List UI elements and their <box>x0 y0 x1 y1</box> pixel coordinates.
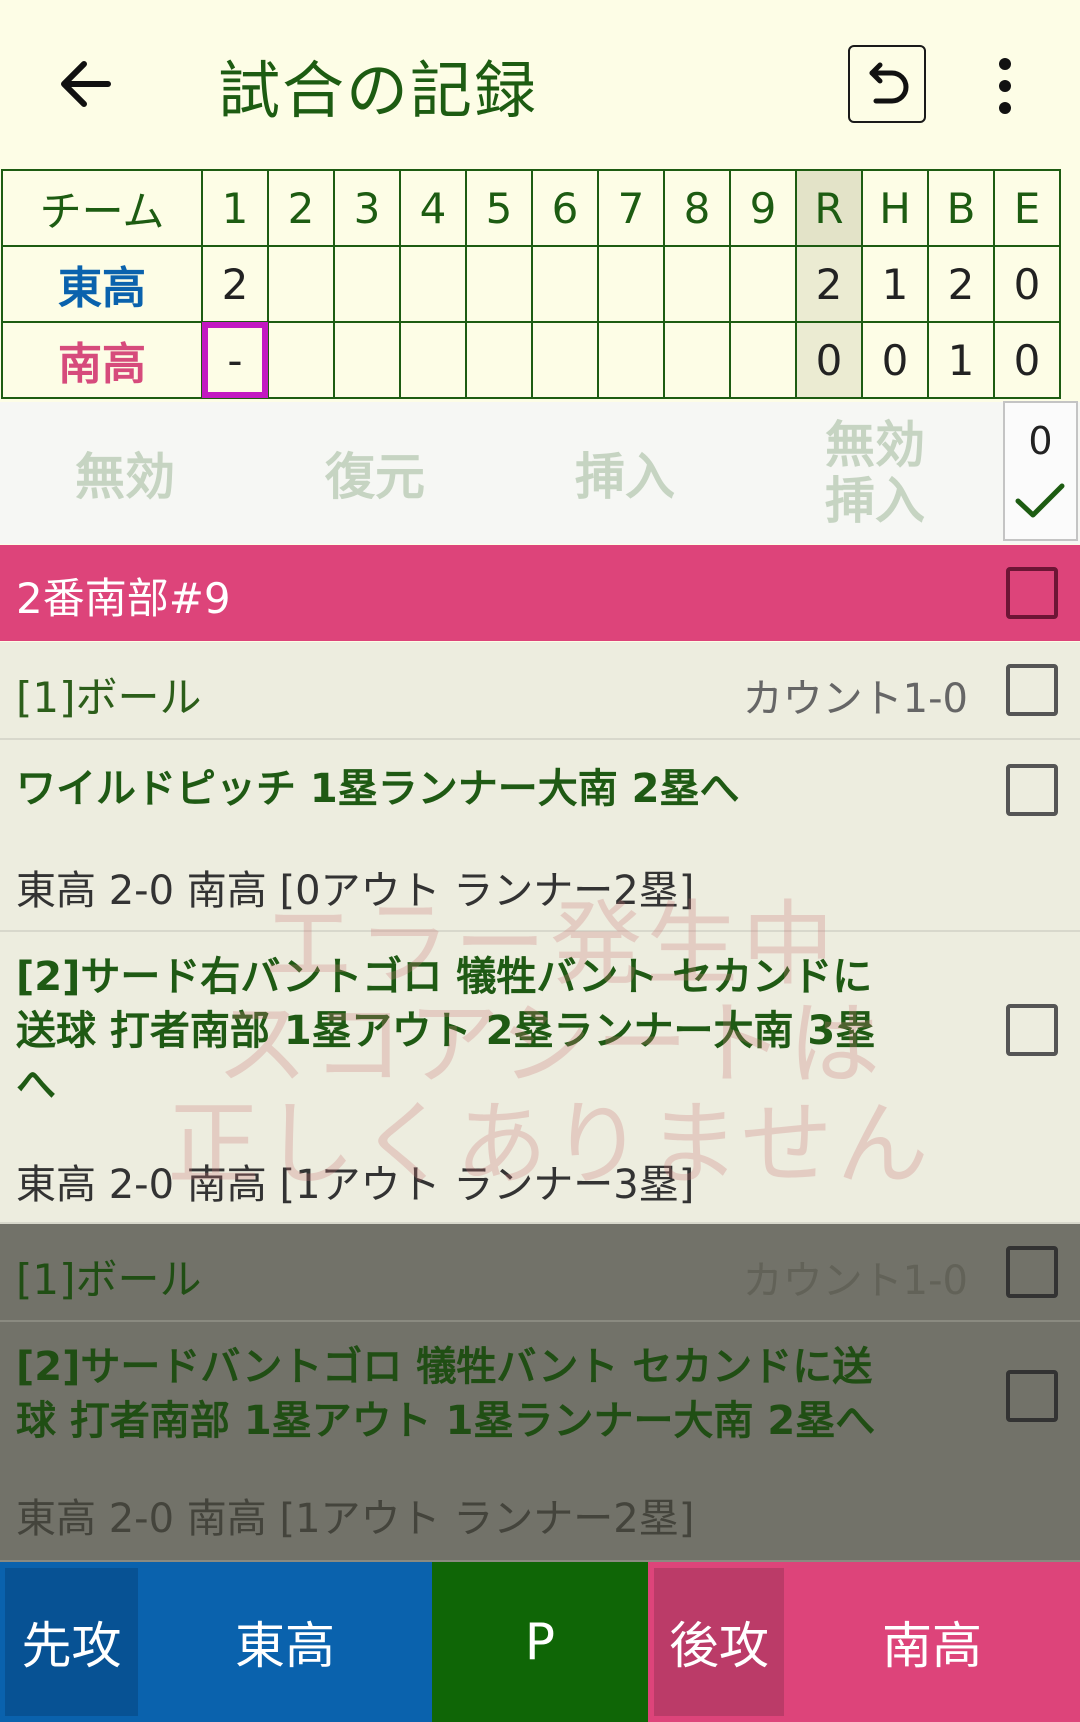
event-text: [1]ボール <box>16 1255 202 1304</box>
runs-header: R <box>795 169 863 247</box>
invalid-button[interactable]: 無効 <box>50 402 200 544</box>
away-team-name[interactable]: 東高 <box>1 245 203 323</box>
scoreboard-header-row: チーム 1 2 3 4 5 6 7 8 9 R H B E <box>1 169 1061 247</box>
home-team-label: 南高 <box>882 1617 982 1675</box>
invalid-insert-label-1: 無効 <box>825 416 925 474</box>
bottom-bar: 先攻 東高 P 後攻 南高 <box>0 1562 1080 1722</box>
inning-cell[interactable] <box>399 321 467 399</box>
event-row-invalid[interactable]: [2]サードバントゴロ 犠牲バント セカンドに送 球 打者南部 1塁アウト 1塁… <box>0 1322 1080 1562</box>
undo-icon <box>869 62 909 104</box>
event-text-line: [2]サードバントゴロ 犠牲バント セカンドに送 <box>16 1344 873 1390</box>
more-options-icon[interactable] <box>980 56 1030 116</box>
walks-cell: 1 <box>927 321 995 399</box>
app-bar: 試合の記録 <box>0 0 1080 168</box>
team-header: チーム <box>1 169 203 247</box>
errors-cell: 0 <box>993 321 1061 399</box>
away-team-button[interactable]: 先攻 東高 <box>0 1562 432 1722</box>
inning-cell[interactable] <box>597 321 665 399</box>
inning-cell[interactable] <box>729 321 797 399</box>
event-text: [1]ボール <box>16 673 202 722</box>
batter-checkbox[interactable] <box>1006 567 1058 619</box>
away-label: 先攻 <box>5 1568 138 1716</box>
inning-header: 2 <box>267 169 335 247</box>
walks-header: B <box>927 169 995 247</box>
page-title: 試合の記録 <box>218 54 539 127</box>
game-state: 東高 2-0 南高 [1アウト ランナー3塁] <box>16 1162 695 1208</box>
event-text: [2]サード右バントゴロ 犠牲バント セカンドに 送球 打者南部 1塁アウト 2… <box>16 950 976 1112</box>
errors-header: E <box>993 169 1061 247</box>
inning-header: 7 <box>597 169 665 247</box>
event-checkbox[interactable] <box>1006 1370 1058 1422</box>
current-inning-cell[interactable]: - <box>201 321 269 399</box>
inning-cell[interactable] <box>663 321 731 399</box>
action-bar: 無効 復元 挿入 無効 挿入 <box>0 402 1080 544</box>
event-row[interactable]: ワイルドピッチ 1塁ランナー大南 2塁へ 東高 2-0 南高 [0アウト ランナ… <box>0 740 1080 932</box>
inning-cell[interactable] <box>267 245 335 323</box>
event-row[interactable]: [1]ボール カウント1-0 <box>0 642 1080 740</box>
inning-cell[interactable] <box>333 321 401 399</box>
hits-cell: 1 <box>861 245 929 323</box>
event-text-line: 球 打者南部 1塁アウト 1塁ランナー大南 2塁へ <box>16 1398 876 1444</box>
event-text: ワイルドピッチ 1塁ランナー大南 2塁へ <box>16 766 740 812</box>
runs-cell: 0 <box>795 321 863 399</box>
batter-label: 2番南部#9 <box>16 574 231 623</box>
inning-cell[interactable] <box>597 245 665 323</box>
invalid-insert-label-2: 挿入 <box>825 472 925 530</box>
home-team-row: 南高 - 0 0 1 0 <box>1 321 1061 399</box>
event-text-line: 送球 打者南部 1塁アウト 2塁ランナー大南 3塁 <box>16 1008 876 1054</box>
walks-cell: 2 <box>927 245 995 323</box>
inning-cell[interactable] <box>333 245 401 323</box>
inning-header: 1 <box>201 169 269 247</box>
undo-button[interactable] <box>848 45 926 123</box>
event-checkbox[interactable] <box>1006 664 1058 716</box>
restore-button[interactable]: 復元 <box>300 402 450 544</box>
inning-header: 5 <box>465 169 533 247</box>
event-text: [2]サードバントゴロ 犠牲バント セカンドに送 球 打者南部 1塁アウト 1塁… <box>16 1340 976 1448</box>
event-checkbox[interactable] <box>1006 764 1058 816</box>
inning-header: 8 <box>663 169 731 247</box>
inning-cell[interactable] <box>729 245 797 323</box>
inning-header: 6 <box>531 169 599 247</box>
event-count: カウント1-0 <box>742 1258 968 1304</box>
inning-header: 4 <box>399 169 467 247</box>
insert-button[interactable]: 挿入 <box>550 402 700 544</box>
hits-cell: 0 <box>861 321 929 399</box>
inning-cell[interactable] <box>531 245 599 323</box>
back-arrow-icon[interactable] <box>48 46 124 122</box>
event-text-line: へ <box>16 1062 56 1108</box>
event-row-invalid[interactable]: [1]ボール カウント1-0 <box>0 1224 1080 1322</box>
home-team-button[interactable]: 後攻 南高 <box>648 1562 1080 1722</box>
inning-cell[interactable] <box>465 321 533 399</box>
invalid-insert-button[interactable]: 無効 挿入 <box>800 402 950 544</box>
inning-cell[interactable]: 2 <box>201 245 269 323</box>
game-state: 東高 2-0 南高 [0アウト ランナー2塁] <box>16 868 695 914</box>
event-row[interactable]: [2]サード右バントゴロ 犠牲バント セカンドに 送球 打者南部 1塁アウト 2… <box>0 932 1080 1224</box>
confirm-count-button[interactable]: 0 <box>1003 401 1078 541</box>
errors-cell: 0 <box>993 245 1061 323</box>
count-value: 0 <box>1028 419 1053 463</box>
game-state: 東高 2-0 南高 [1アウト ランナー2塁] <box>16 1496 695 1542</box>
inning-cell[interactable] <box>465 245 533 323</box>
scoreboard-table: チーム 1 2 3 4 5 6 7 8 9 R H B E 東高 2 2 1 2… <box>1 169 1061 399</box>
inning-cell[interactable] <box>399 245 467 323</box>
inning-cell[interactable] <box>531 321 599 399</box>
home-team-name[interactable]: 南高 <box>1 321 203 399</box>
event-checkbox[interactable] <box>1006 1004 1058 1056</box>
inning-cell[interactable] <box>267 321 335 399</box>
inning-header: 3 <box>333 169 401 247</box>
event-checkbox[interactable] <box>1006 1246 1058 1298</box>
inning-cell[interactable] <box>663 245 731 323</box>
hits-header: H <box>861 169 929 247</box>
home-label: 後攻 <box>654 1568 784 1716</box>
inning-header: 9 <box>729 169 797 247</box>
batter-header[interactable]: 2番南部#9 <box>0 545 1080 641</box>
check-icon <box>1015 483 1065 518</box>
away-team-row: 東高 2 2 1 2 0 <box>1 245 1061 323</box>
away-team-label: 東高 <box>235 1617 335 1675</box>
event-text-line: [2]サード右バントゴロ 犠牲バント セカンドに <box>16 954 873 1000</box>
runs-cell: 2 <box>795 245 863 323</box>
pitcher-button[interactable]: P <box>432 1562 648 1722</box>
event-count: カウント1-0 <box>742 676 968 722</box>
